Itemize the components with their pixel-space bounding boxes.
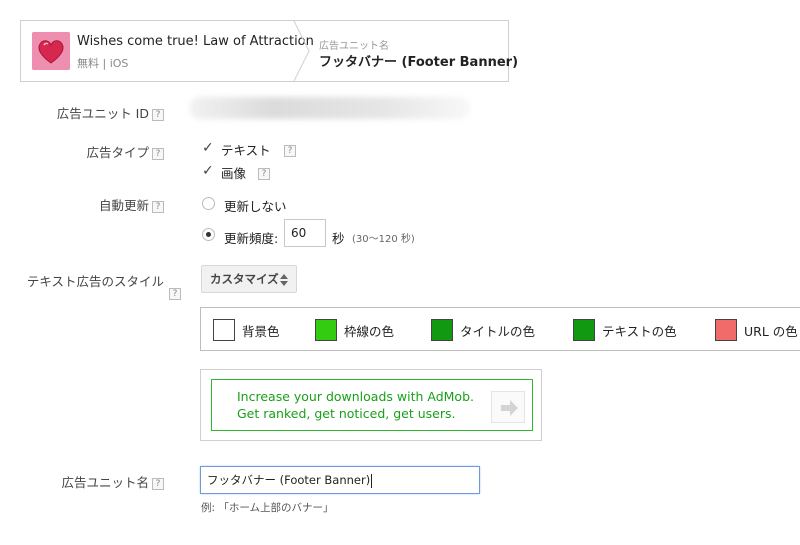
help-icon[interactable]: ? [152, 108, 164, 121]
app-title[interactable]: Wishes come true! Law of Attraction [77, 34, 314, 49]
sort-arrows-icon [280, 274, 288, 286]
auto-refresh-label: 自動更新? [99, 195, 164, 214]
title-color-label: タイトルの色 [460, 324, 536, 339]
ad-preview-banner: Increase your downloads with AdMob. Get … [211, 379, 533, 431]
border-color-label: 枠線の色 [344, 324, 395, 339]
refresh-seconds-input[interactable]: 60 [284, 219, 326, 247]
text-ad-checkbox[interactable]: ✓ [202, 141, 216, 155]
url-color-label: URL の色 [744, 324, 798, 339]
text-ad-style-label: テキスト広告のスタイル [26, 274, 164, 289]
image-ad-checkbox[interactable]: ✓ [202, 164, 216, 178]
ad-unit-name-label: 広告ユニット名? [61, 472, 164, 491]
help-icon[interactable]: ? [152, 477, 164, 490]
refresh-unit-label: 秒 [332, 231, 345, 246]
ad-preview-line-2: Get ranked, get noticed, get users. [237, 406, 456, 421]
help-icon[interactable]: ? [258, 168, 270, 180]
breadcrumb-current: フッタバナー (Footer Banner) [319, 55, 519, 70]
ad-type-label: 広告タイプ? [86, 142, 164, 161]
help-icon[interactable]: ? [152, 147, 164, 160]
app-platform: 無料 | iOS [77, 57, 129, 70]
url-color-swatch[interactable] [715, 319, 737, 341]
help-icon[interactable]: ? [284, 145, 296, 157]
arrow-right-icon [501, 400, 518, 416]
text-color-swatch[interactable] [573, 319, 595, 341]
breadcrumb-chevron-icon [293, 21, 310, 81]
border-color-swatch[interactable] [315, 319, 337, 341]
refresh-range-hint: (30〜120 秒) [352, 234, 415, 245]
text-ad-label: テキスト [221, 143, 271, 158]
help-icon[interactable]: ? [152, 200, 164, 213]
refresh-off-radio[interactable] [202, 197, 215, 210]
ad-unit-id-value [190, 97, 470, 119]
style-select[interactable]: カスタマイズ [201, 265, 297, 293]
text-color-label: テキストの色 [602, 324, 677, 339]
breadcrumb-card: Wishes come true! Law of Attraction 無料 |… [20, 20, 518, 82]
ad-unit-name-hint: 例: 「ホーム上部のバナー」 [201, 502, 334, 514]
text-caret [371, 473, 373, 488]
app-icon [32, 32, 70, 70]
ad-unit-id-label: 広告ユニット ID? [57, 103, 164, 122]
title-color-swatch[interactable] [431, 319, 453, 341]
refresh-off-label: 更新しない [224, 199, 287, 214]
refresh-on-radio[interactable] [202, 228, 215, 241]
background-color-label: 背景色 [242, 324, 280, 339]
ad-preview: Increase your downloads with AdMob. Get … [200, 369, 542, 441]
ad-preview-line-1: Increase your downloads with AdMob. [237, 389, 474, 404]
ad-unit-name-input[interactable]: フッタバナー (Footer Banner) [200, 466, 480, 494]
image-ad-label: 画像 [221, 166, 247, 181]
ad-preview-arrow-button [491, 391, 525, 423]
color-settings-panel: 背景色 枠線の色 タイトルの色 テキストの色 URL の色 [200, 307, 800, 351]
breadcrumb-label: 広告ユニット名 [319, 41, 389, 52]
help-icon[interactable]: ? [169, 288, 181, 300]
background-color-swatch[interactable] [213, 319, 235, 341]
refresh-on-label: 更新頻度: [224, 231, 279, 246]
